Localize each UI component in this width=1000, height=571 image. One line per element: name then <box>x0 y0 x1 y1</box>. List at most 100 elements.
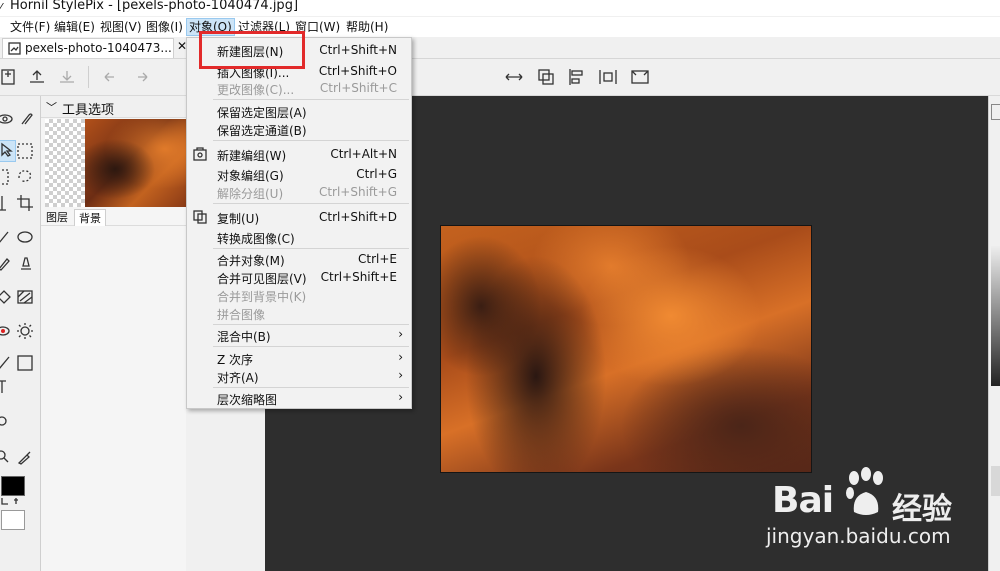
menu-item-label: 复制(U) <box>217 212 260 226</box>
foreground-color-swatch[interactable] <box>1 476 25 496</box>
submenu-arrow-icon: › <box>398 327 403 341</box>
menu-item-label: 对象编组(G) <box>217 169 284 183</box>
document-tab-label: pexels-photo-1040473... <box>25 41 172 55</box>
menu-item-keep-selected-channel[interactable]: 保留选定通道(B) <box>187 120 411 138</box>
layer-transparency-preview <box>45 119 85 207</box>
menu-separator <box>213 140 409 141</box>
menu-item-label: 混合中(B) <box>217 330 271 344</box>
undo-icon[interactable] <box>98 66 120 88</box>
menu-item-label: 保留选定通道(B) <box>217 124 307 138</box>
menu-separator <box>213 387 409 388</box>
tool-strip <box>0 96 41 571</box>
collapse-chevron-icon[interactable]: ﹀ <box>46 99 57 115</box>
title-bar: ⁄ Hornil StylePix - [pexels-photo-104047… <box>0 0 1000 16</box>
tool-options-title: 工具选项 <box>62 103 115 118</box>
document-tab-strip: pexels-photo-1040473... ✕ <box>0 37 1000 59</box>
menu-edit[interactable]: 编辑(E) <box>54 20 95 34</box>
submenu-arrow-icon: › <box>398 368 403 382</box>
toolbar-separator <box>88 66 89 88</box>
crop-tool-icon[interactable] <box>16 194 34 212</box>
thumbnail-tabs: 图层 背景 <box>41 208 186 226</box>
pen-tool-icon[interactable] <box>0 254 12 272</box>
lasso-tool-icon[interactable] <box>16 168 34 186</box>
object-menu-dropdown: 新建图层(N) Ctrl+Shift+N 插入图像(I)... Ctrl+Shi… <box>186 37 412 409</box>
eye-tool-icon[interactable] <box>0 110 14 128</box>
eraser-tool-icon[interactable] <box>16 228 34 246</box>
rect-select-icon[interactable] <box>16 142 34 160</box>
ellipse-select-icon[interactable] <box>0 168 12 186</box>
redo-icon[interactable] <box>132 66 154 88</box>
swap-colors-icon[interactable] <box>0 496 22 506</box>
eyedropper-tool-icon[interactable] <box>16 448 34 466</box>
stamp-tool-icon[interactable] <box>16 254 34 272</box>
brightness-tool-icon[interactable] <box>16 322 34 340</box>
menu-item-layer-thumbnail[interactable]: 层次缩略图 › <box>187 389 411 407</box>
menu-image[interactable]: 图像(I) <box>146 20 183 34</box>
brush-tool-icon[interactable] <box>0 228 12 246</box>
menu-item-group-objects[interactable]: 对象编组(G) Ctrl+G <box>187 165 411 183</box>
menu-item-label: 转换成图像(C) <box>217 232 295 246</box>
menu-item-blending[interactable]: 混合中(B) › <box>187 326 411 344</box>
watermark-url: jingyan.baidu.com <box>766 524 951 548</box>
crop-marker-icon[interactable] <box>0 194 12 212</box>
tool-options-header[interactable]: ﹀ 工具选项 <box>41 96 186 118</box>
menu-item-new-group[interactable]: 新建编组(W) Ctrl+Alt+N <box>187 145 411 163</box>
layer-arrange-icon[interactable] <box>535 66 557 88</box>
submenu-arrow-icon: › <box>398 350 403 364</box>
canvas-size-icon[interactable] <box>629 66 651 88</box>
menu-item-convert-to-image[interactable]: 转换成图像(C) <box>187 228 411 246</box>
background-color-swatch[interactable] <box>1 510 25 530</box>
menu-item-label: 层次缩略图 <box>217 393 278 407</box>
menu-item-label: 更改图像(C)... <box>217 83 295 97</box>
menu-separator <box>213 346 409 347</box>
zoom-tool-icon[interactable] <box>0 448 12 466</box>
color-picker-tool-icon[interactable] <box>0 412 12 430</box>
color-gradient-strip[interactable] <box>991 246 1000 386</box>
layer-thumbnail[interactable] <box>85 119 186 207</box>
menu-item-duplicate[interactable]: 复制(U) Ctrl+Shift+D <box>187 208 411 226</box>
menu-item-shortcut: Ctrl+Shift+O <box>318 64 397 78</box>
diamond-tool-icon[interactable] <box>0 288 12 306</box>
menu-separator <box>213 324 409 325</box>
baidu-paw-icon <box>846 467 883 515</box>
menu-item-label: 对齐(A) <box>217 371 259 385</box>
menu-file[interactable]: 文件(F) <box>10 20 50 34</box>
paperclip-tool-icon[interactable] <box>16 110 34 128</box>
menu-item-shortcut: Ctrl+E <box>358 252 397 266</box>
arrow-tool-icon <box>1 142 13 157</box>
menu-item-shortcut: Ctrl+Shift+D <box>319 210 397 224</box>
align-left-icon[interactable] <box>566 66 588 88</box>
text-tool-icon[interactable] <box>0 378 12 396</box>
menu-item-label: 保留选定图层(A) <box>217 106 307 120</box>
document-tab[interactable]: pexels-photo-1040473... <box>2 38 174 58</box>
menu-item-z-order[interactable]: Z 次序 › <box>187 349 411 367</box>
menu-item-label: 新建编组(W) <box>217 149 287 163</box>
new-image-icon[interactable] <box>0 66 18 88</box>
distribute-horizontal-icon[interactable] <box>597 66 619 88</box>
panel-section[interactable] <box>991 466 1000 496</box>
upload-icon[interactable] <box>26 66 48 88</box>
menu-item-label: 合并对象(M) <box>217 254 285 268</box>
menu-item-merge-visible[interactable]: 合并可见图层(V) Ctrl+Shift+E <box>187 268 411 286</box>
menu-item-label: 拼合图像 <box>217 308 266 322</box>
menu-item-keep-selected-layer[interactable]: 保留选定图层(A) <box>187 102 411 120</box>
menu-help[interactable]: 帮助(H) <box>346 20 388 34</box>
flip-horizontal-icon[interactable] <box>503 66 525 88</box>
shape-tool-icon[interactable] <box>16 354 34 372</box>
download-icon[interactable] <box>56 66 78 88</box>
tab-background[interactable]: 背景 <box>74 209 106 226</box>
menu-item-merge-objects[interactable]: 合并对象(M) Ctrl+E <box>187 250 411 268</box>
new-group-icon <box>193 147 207 161</box>
red-eye-tool-icon[interactable] <box>0 322 12 340</box>
gradient-tool-icon[interactable] <box>16 288 34 306</box>
line-tool-icon[interactable] <box>0 354 12 372</box>
menu-view[interactable]: 视图(V) <box>100 20 142 34</box>
menu-item-align[interactable]: 对齐(A) › <box>187 367 411 385</box>
canvas-image[interactable] <box>440 225 812 473</box>
menu-item-flatten-image: 拼合图像 <box>187 304 411 322</box>
panel-toggle-icon[interactable] <box>991 104 1000 120</box>
watermark-brand-left: Bai <box>772 480 834 521</box>
menu-item-shortcut: Ctrl+Shift+N <box>319 43 397 57</box>
menu-separator <box>213 203 409 204</box>
tab-layer[interactable]: 图层 <box>42 209 72 225</box>
